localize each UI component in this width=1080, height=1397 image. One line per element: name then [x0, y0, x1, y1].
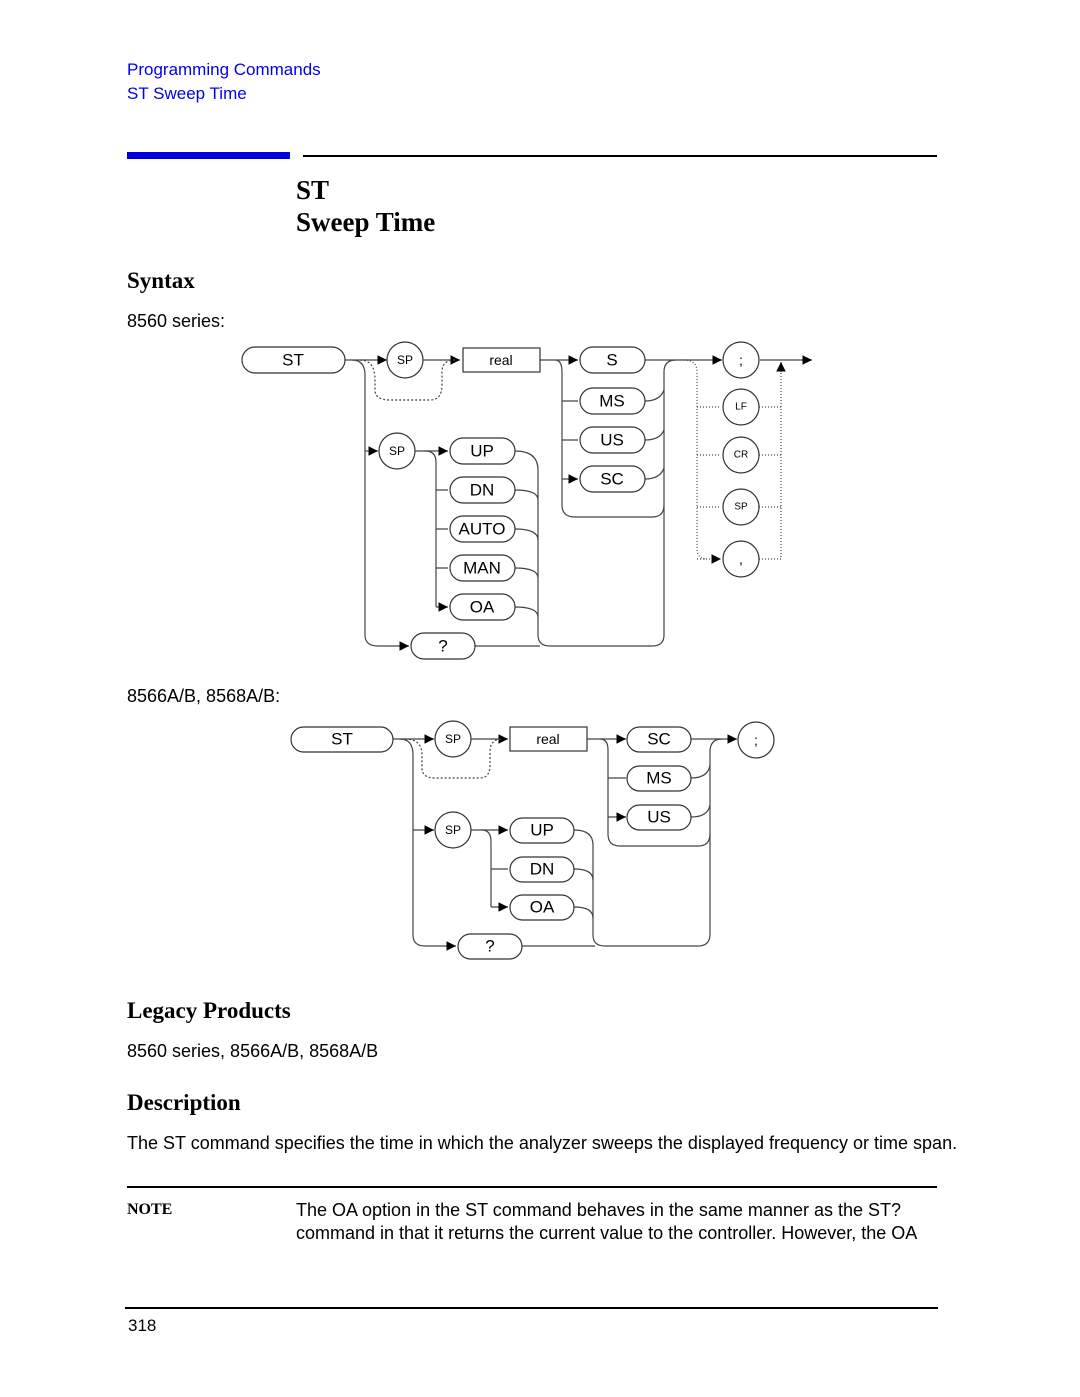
- node-option: MAN: [463, 559, 501, 578]
- page: Programming Commands ST Sweep Time ST Sw…: [0, 0, 1080, 1397]
- node-option: OA: [530, 898, 555, 917]
- node-option: AUTO: [459, 520, 506, 539]
- node-sp: SP: [389, 444, 405, 458]
- node-sp: SP: [445, 823, 461, 837]
- node-option: UP: [530, 821, 554, 840]
- node-option: DN: [470, 481, 495, 500]
- legacy-text: 8560 series, 8566A/B, 8568A/B: [127, 1041, 379, 1061]
- node-real: real: [489, 352, 512, 368]
- syntax-diagrams: ST SP real S MS US SC ; LF CR SP , SP UP…: [241, 341, 812, 960]
- node-option: OA: [470, 598, 495, 617]
- node-unit: US: [600, 431, 624, 450]
- node-sp: SP: [397, 353, 413, 367]
- node-terminator: SP: [734, 502, 748, 513]
- node-query: ?: [485, 937, 494, 956]
- node-option: UP: [470, 442, 494, 461]
- node-option: DN: [530, 860, 555, 879]
- node-unit: MS: [646, 769, 672, 788]
- diagram1-nodes: ST SP real S MS US SC ; LF CR SP , SP UP…: [241, 341, 760, 660]
- node-unit: MS: [599, 392, 625, 411]
- node-real: real: [536, 731, 559, 747]
- node-st: ST: [282, 351, 304, 370]
- node-terminator: CR: [734, 450, 748, 461]
- note-rule: [127, 1186, 937, 1188]
- note-line2: command in that it returns the current v…: [296, 1223, 918, 1243]
- note-line1: The OA option in the ST command behaves …: [296, 1200, 902, 1220]
- note-label: NOTE: [127, 1201, 173, 1218]
- node-terminator: LF: [735, 402, 747, 413]
- diagram2-nodes: ST SP real SC MS US ; SP UP DN OA ?: [290, 720, 775, 960]
- node-terminator: ;: [754, 732, 758, 748]
- node-unit: S: [606, 351, 617, 370]
- node-terminator: ;: [739, 352, 743, 368]
- node-query: ?: [438, 637, 447, 656]
- node-terminator: ,: [739, 551, 743, 567]
- node-st: ST: [331, 730, 353, 749]
- page-number: 318: [128, 1316, 157, 1335]
- legacy-heading: Legacy Products: [127, 998, 291, 1023]
- description-text: The ST command specifies the time in whi…: [127, 1133, 958, 1153]
- description-heading: Description: [127, 1090, 241, 1115]
- node-unit: SC: [600, 470, 624, 489]
- footer-rule: [125, 1307, 938, 1309]
- node-unit: SC: [647, 730, 671, 749]
- node-unit: US: [647, 808, 671, 827]
- node-sp: SP: [445, 732, 461, 746]
